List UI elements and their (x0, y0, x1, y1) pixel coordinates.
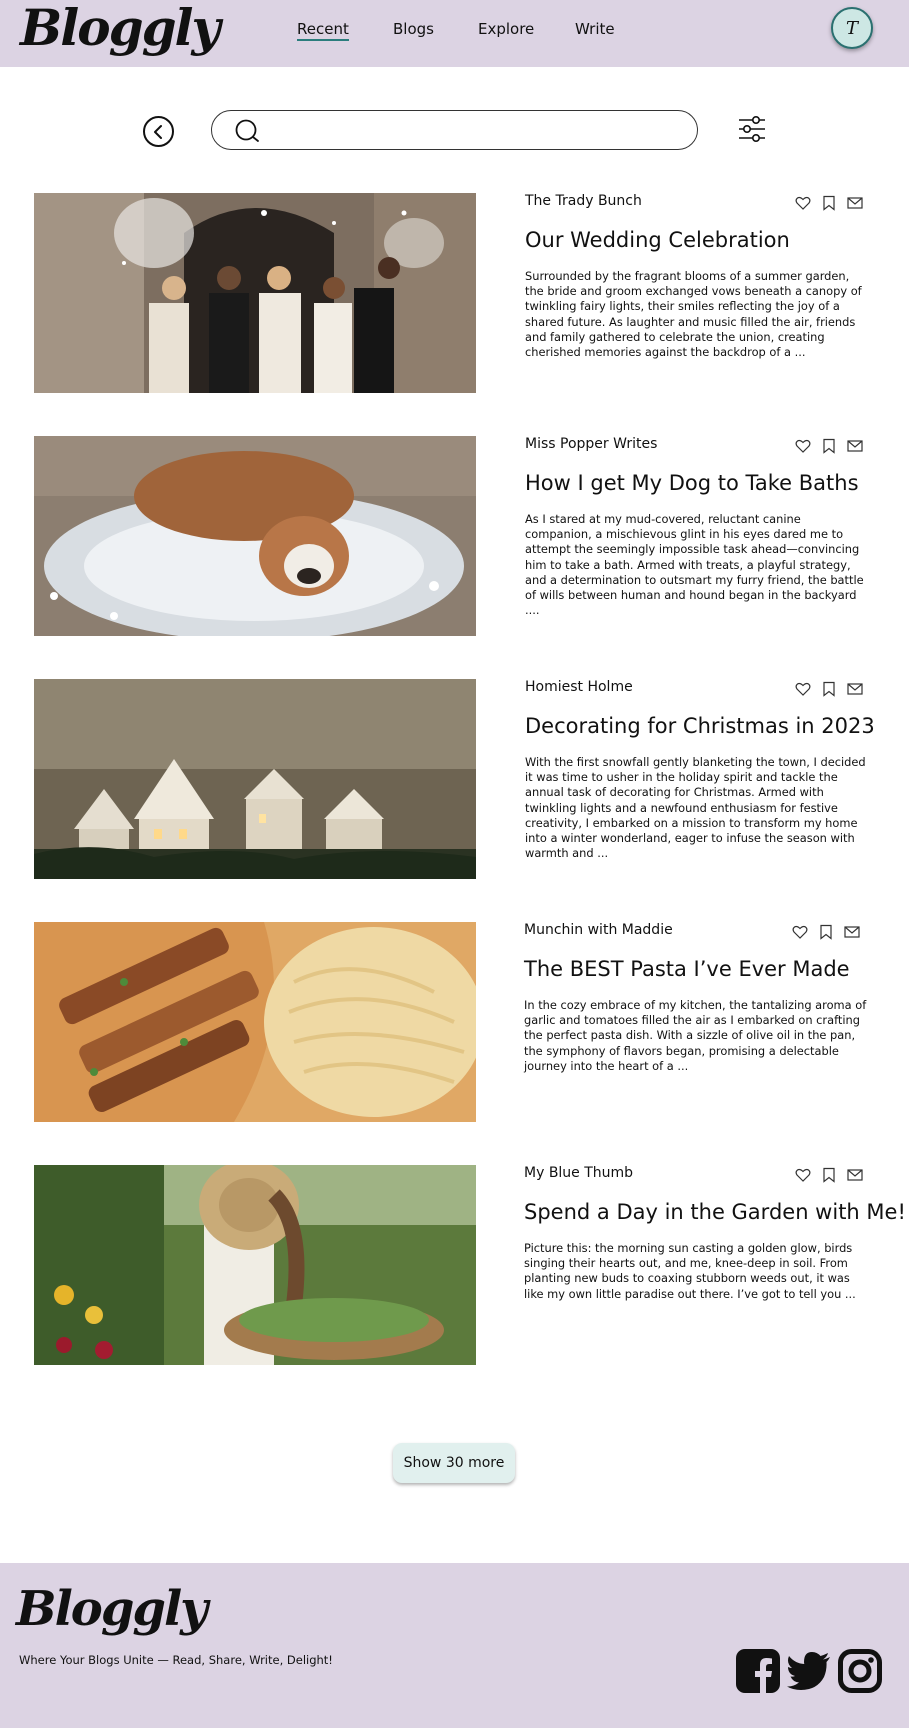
footer: Bloggly Where Your Blogs Unite — Read, S… (0, 1563, 909, 1728)
site-logo[interactable]: Bloggly (20, 0, 221, 57)
chevron-left-icon (153, 124, 162, 139)
post-excerpt: Surrounded by the fragrant blooms of a s… (525, 269, 862, 360)
post-excerpt: With the first snowfall gently blanketin… (525, 755, 866, 861)
post-image-garden[interactable] (34, 1165, 476, 1365)
mail-icon[interactable] (847, 195, 865, 211)
post-image-pasta[interactable] (34, 922, 476, 1122)
like-heart-icon[interactable] (795, 438, 813, 454)
nav-explore[interactable]: Explore (478, 20, 534, 38)
top-header: Bloggly Recent Blogs Explore Write T (0, 0, 909, 67)
bookmark-icon[interactable] (821, 681, 839, 697)
like-heart-icon[interactable] (792, 924, 810, 940)
footer-tagline: Where Your Blogs Unite — Read, Share, Wr… (19, 1653, 333, 1667)
bookmark-icon[interactable] (821, 1167, 839, 1183)
post-actions (792, 924, 870, 940)
post-card[interactable]: Homiest Holme Decorating for Christmas i… (0, 679, 909, 879)
post-image-dog[interactable] (34, 436, 476, 636)
mail-icon[interactable] (847, 438, 865, 454)
like-heart-icon[interactable] (795, 681, 813, 697)
bookmark-icon[interactable] (821, 195, 839, 211)
like-heart-icon[interactable] (795, 195, 813, 211)
post-author[interactable]: Munchin with Maddie (524, 922, 673, 938)
post-author[interactable]: Homiest Holme (525, 679, 633, 695)
twitter-icon[interactable] (787, 1649, 831, 1693)
post-title[interactable]: Spend a Day in the Garden with Me! (524, 1200, 906, 1224)
post-card[interactable]: My Blue Thumb Spend a Day in the Garden … (0, 1165, 909, 1365)
post-author[interactable]: My Blue Thumb (524, 1165, 633, 1181)
instagram-icon[interactable] (838, 1649, 882, 1693)
post-title[interactable]: Decorating for Christmas in 2023 (525, 714, 875, 738)
nav-blogs[interactable]: Blogs (393, 20, 434, 38)
footer-logo[interactable]: Bloggly (16, 1581, 208, 1637)
post-excerpt: Picture this: the morning sun casting a … (524, 1241, 856, 1301)
post-actions (795, 438, 873, 454)
post-image-christmas[interactable] (34, 679, 476, 879)
post-excerpt: In the cozy embrace of my kitchen, the t… (524, 998, 867, 1073)
post-card[interactable]: Miss Popper Writes How I get My Dog to T… (0, 436, 909, 636)
nav-write[interactable]: Write (575, 20, 615, 38)
post-title[interactable]: The BEST Pasta I’ve Ever Made (524, 957, 850, 981)
post-card[interactable]: The Trady Bunch Our Wedding Celebration … (0, 193, 909, 393)
post-actions (795, 1167, 873, 1183)
post-actions (795, 195, 873, 211)
mail-icon[interactable] (844, 924, 862, 940)
show-more-button[interactable]: Show 30 more (393, 1443, 515, 1483)
nav-recent[interactable]: Recent (297, 20, 349, 41)
post-title[interactable]: Our Wedding Celebration (525, 228, 790, 252)
post-image-wedding[interactable] (34, 193, 476, 393)
sliders-icon (739, 115, 765, 142)
mail-icon[interactable] (847, 681, 865, 697)
post-excerpt: As I stared at my mud-covered, reluctant… (525, 512, 864, 618)
bookmark-icon[interactable] (818, 924, 836, 940)
post-card[interactable]: Munchin with Maddie The BEST Pasta I’ve … (0, 922, 909, 1122)
search-bar[interactable] (211, 110, 698, 150)
back-button[interactable] (143, 116, 174, 147)
facebook-icon[interactable] (736, 1649, 780, 1693)
post-author[interactable]: The Trady Bunch (525, 193, 642, 209)
post-title[interactable]: How I get My Dog to Take Baths (525, 471, 859, 495)
search-icon (235, 119, 259, 142)
post-actions (795, 681, 873, 697)
like-heart-icon[interactable] (795, 1167, 813, 1183)
bookmark-icon[interactable] (821, 438, 839, 454)
post-author[interactable]: Miss Popper Writes (525, 436, 657, 452)
user-avatar[interactable]: T (831, 7, 873, 49)
filter-button[interactable] (737, 114, 767, 144)
search-input[interactable] (268, 117, 678, 143)
mail-icon[interactable] (847, 1167, 865, 1183)
